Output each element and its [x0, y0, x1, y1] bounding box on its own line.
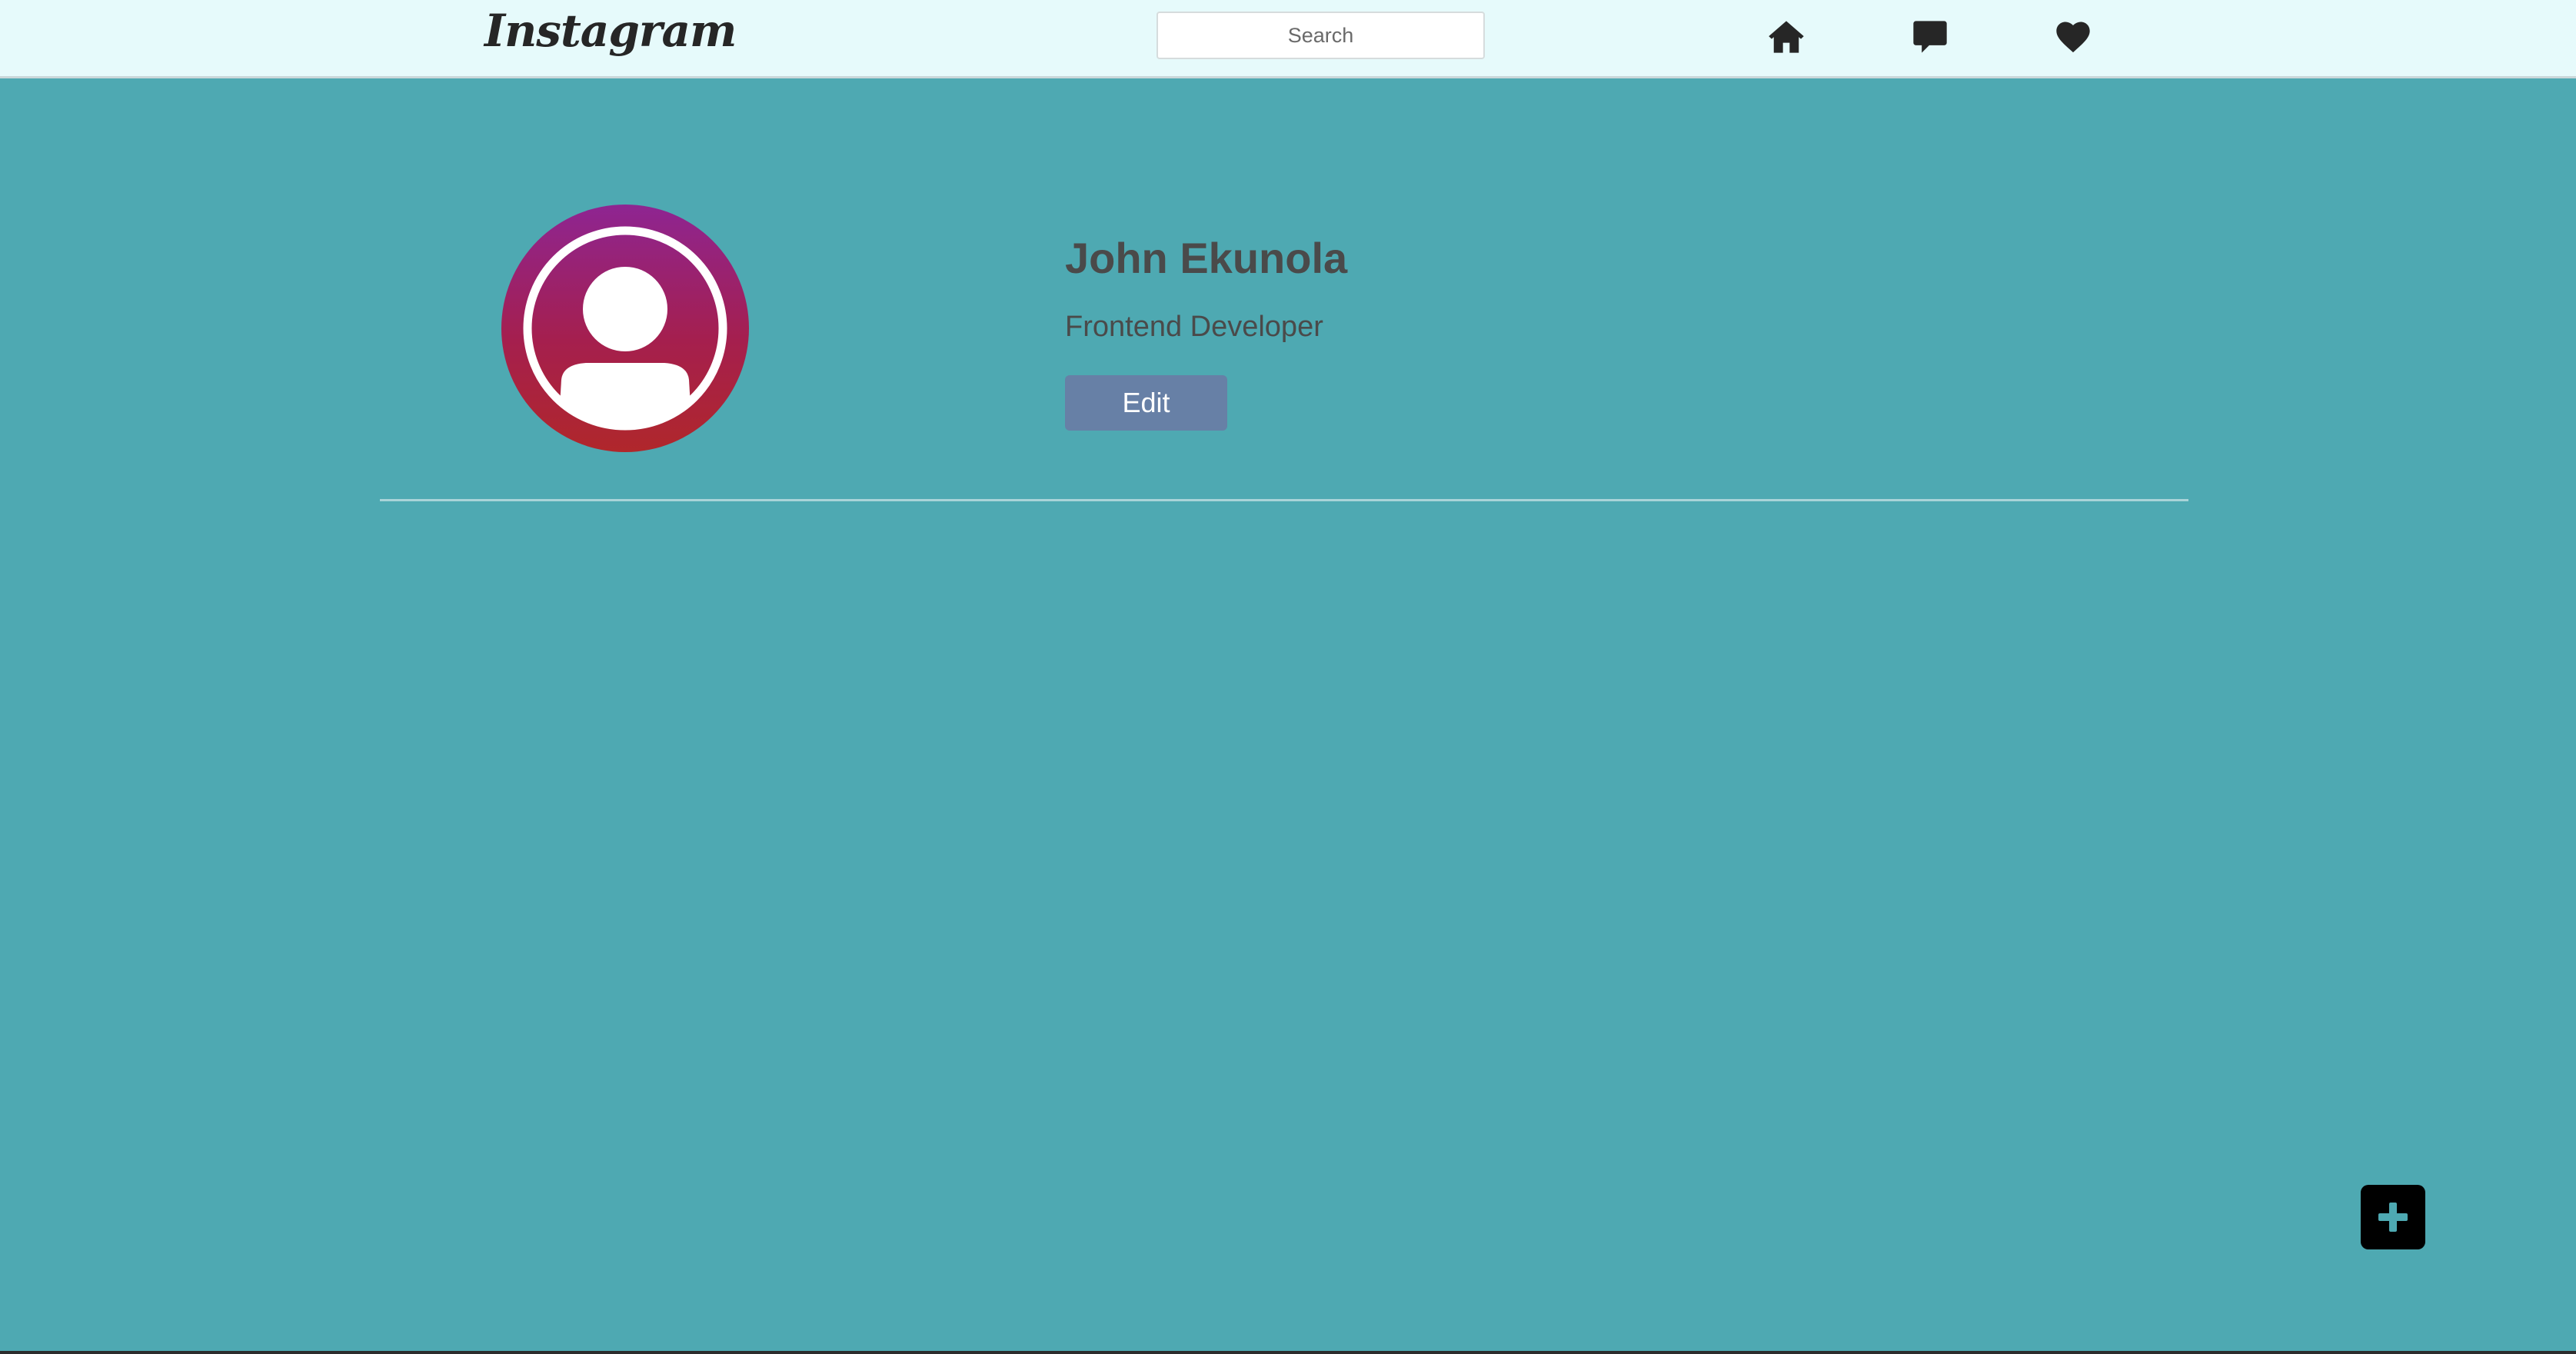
profile-avatar[interactable]: [501, 205, 749, 452]
heart-icon-graphic: [2056, 22, 2090, 53]
search-input[interactable]: [1157, 12, 1485, 59]
profile-title: Frontend Developer: [1065, 311, 1323, 343]
chat-icon[interactable]: [1909, 15, 1952, 58]
profile-name: John Ekunola: [1065, 234, 1348, 282]
user-icon: [523, 226, 727, 431]
instagram-logo[interactable]: Instagram: [484, 5, 737, 57]
add-post-button[interactable]: [2361, 1185, 2425, 1249]
plus-icon: [2378, 1203, 2408, 1232]
bottom-border: [0, 1351, 2576, 1354]
edit-profile-button[interactable]: Edit: [1065, 375, 1227, 431]
heart-icon[interactable]: [2052, 15, 2095, 58]
top-navigation-bar: Instagram: [0, 0, 2576, 78]
section-divider: [380, 499, 2188, 501]
chat-icon-graphic: [1913, 21, 1947, 53]
home-icon-graphic: [1769, 21, 1804, 53]
home-icon[interactable]: [1765, 15, 1808, 58]
